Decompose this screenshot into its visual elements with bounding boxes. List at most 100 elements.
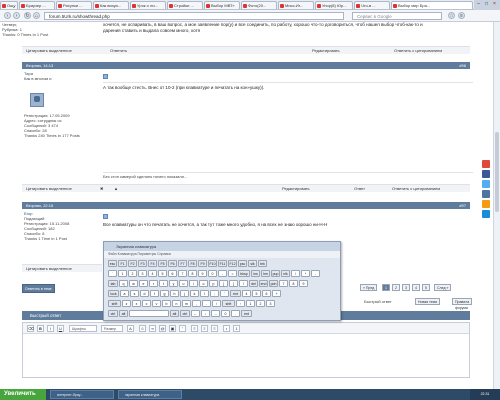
bookmark-star-icon[interactable]: ☆ bbox=[448, 12, 455, 19]
reply-quote-link[interactable]: Ответить с цитированием bbox=[392, 185, 440, 192]
keyboard-key[interactable]: 8 bbox=[188, 270, 197, 277]
keyboard-key[interactable]: shft bbox=[108, 300, 121, 307]
post-number-link[interactable]: #97 bbox=[459, 202, 466, 209]
keyboard-key[interactable]: 2 bbox=[256, 300, 265, 307]
keyboard-key[interactable]: 8 bbox=[289, 280, 298, 287]
keyboard-key[interactable]: shft bbox=[222, 300, 235, 307]
page-scrollbar[interactable] bbox=[493, 22, 500, 389]
keyboard-key[interactable]: v bbox=[152, 300, 161, 307]
warning-icon[interactable]: ▲ bbox=[114, 185, 118, 192]
keyboard-key[interactable]: 2 bbox=[128, 270, 137, 277]
keyboard-key[interactable]: r bbox=[149, 280, 158, 287]
maximize-button[interactable]: □ bbox=[484, 2, 489, 7]
remove-format-icon[interactable]: ⌫ bbox=[27, 325, 34, 332]
keyboard-key[interactable]: 6 bbox=[262, 290, 271, 297]
keyboard-key[interactable]: m bbox=[182, 300, 191, 307]
twitter-icon[interactable] bbox=[482, 180, 490, 188]
keyboard-key[interactable]: / bbox=[212, 300, 221, 307]
keyboard-key[interactable]: ctrl bbox=[108, 310, 118, 317]
keyboard-key[interactable]: 6 bbox=[168, 270, 177, 277]
quote-selected-link[interactable]: Цитировать выделенное bbox=[26, 47, 72, 54]
back-button[interactable]: ‹ bbox=[4, 12, 11, 19]
reload-button[interactable]: ↻ bbox=[24, 12, 31, 19]
keyboard-key[interactable]: F2 bbox=[128, 260, 137, 267]
numbered-list-icon[interactable]: 1 bbox=[233, 325, 240, 332]
keyboard-key[interactable]: 4 bbox=[148, 270, 157, 277]
keyboard-key[interactable]: y bbox=[169, 280, 178, 287]
keyboard-key[interactable]: 0 bbox=[221, 310, 230, 317]
keyboard-key[interactable]: F9 bbox=[198, 260, 207, 267]
keyboard-key[interactable]: 5 bbox=[252, 290, 261, 297]
prev-page-link[interactable]: « Пред bbox=[360, 284, 378, 291]
browser-tab[interactable]: Упор(8) Юр... bbox=[315, 1, 353, 9]
taskbar-item[interactable]: экранная клавиатура bbox=[118, 390, 182, 399]
keyboard-key[interactable]: 7 bbox=[279, 280, 288, 287]
keyboard-key[interactable]: u bbox=[179, 280, 188, 287]
keyboard-key[interactable]: ] bbox=[229, 280, 238, 287]
keyboard-key[interactable]: F6 bbox=[168, 260, 177, 267]
taskbar-item[interactable]: интернет-брау... bbox=[50, 390, 114, 399]
keyboard-key[interactable]: - bbox=[311, 270, 320, 277]
vk-icon[interactable] bbox=[482, 190, 490, 198]
keyboard-key[interactable]: 4 bbox=[242, 290, 251, 297]
keyboard-key[interactable]: F1 bbox=[118, 260, 127, 267]
image-icon[interactable]: ▣ bbox=[169, 325, 176, 332]
keyboard-key[interactable]: F7 bbox=[178, 260, 187, 267]
browser-tab[interactable]: Ощу bbox=[0, 1, 18, 9]
keyboard-key[interactable]: F5 bbox=[158, 260, 167, 267]
keyboard-key[interactable]: F12 bbox=[228, 260, 237, 267]
keyboard-key[interactable]: 1 bbox=[246, 300, 255, 307]
google-plus-icon[interactable] bbox=[482, 160, 490, 168]
keyboard-key[interactable]: alt bbox=[170, 310, 179, 317]
keyboard-key[interactable]: → bbox=[211, 310, 220, 317]
keyboard-key[interactable]: 5 bbox=[158, 270, 167, 277]
reply-quote-link[interactable]: Ответить с цитированием bbox=[394, 47, 442, 54]
address-bar[interactable]: forum.5Urk.ru/showthread.php bbox=[44, 12, 344, 20]
avatar[interactable] bbox=[30, 93, 44, 107]
keyboard-key[interactable]: hm bbox=[261, 270, 270, 277]
keyboard-key[interactable]: n bbox=[172, 300, 181, 307]
keyboard-key[interactable]: j bbox=[180, 290, 189, 297]
keyboard-key[interactable]: [ bbox=[219, 280, 228, 287]
email-icon[interactable]: @ bbox=[159, 325, 166, 332]
keyboard-key[interactable]: d bbox=[140, 290, 149, 297]
post-number-link[interactable]: #96 bbox=[459, 62, 466, 69]
message-textarea[interactable] bbox=[25, 336, 467, 376]
keyboard-key[interactable]: 9 bbox=[198, 270, 207, 277]
keyboard-key[interactable]: alt bbox=[119, 310, 128, 317]
edit-link[interactable]: Редактировать bbox=[282, 185, 310, 192]
keyboard-key[interactable]: * bbox=[301, 270, 310, 277]
browser-tab[interactable]: Урок о ли... bbox=[130, 1, 166, 9]
keyboard-key[interactable]: ' bbox=[220, 290, 229, 297]
keyboard-key[interactable]: tab bbox=[108, 280, 118, 287]
keyboard-key[interactable]: h bbox=[170, 290, 179, 297]
page-link-current[interactable]: 1 bbox=[382, 284, 390, 291]
browser-tab[interactable]: Стройки ... bbox=[167, 1, 203, 9]
keyboard-key[interactable]: ; bbox=[210, 290, 219, 297]
keyboard-key[interactable]: ent bbox=[230, 290, 241, 297]
quote-selected-link[interactable]: Цитировать выделенное bbox=[26, 265, 72, 272]
keyboard-key[interactable]: \ bbox=[239, 280, 248, 287]
underline-button[interactable]: U bbox=[57, 325, 64, 332]
keyboard-key[interactable]: F8 bbox=[188, 260, 197, 267]
rules-button[interactable]: Правила форума bbox=[452, 298, 473, 310]
keyboard-key[interactable]: , bbox=[192, 300, 201, 307]
keyboard-key[interactable]: a bbox=[120, 290, 129, 297]
keyboard-key[interactable]: q bbox=[119, 280, 128, 287]
add-reply-button[interactable]: Ответить в теме bbox=[22, 284, 55, 293]
keyboard-key[interactable]: . bbox=[231, 310, 240, 317]
keyboard-key[interactable]: ↑ bbox=[236, 300, 245, 307]
next-page-link[interactable]: След » bbox=[434, 284, 452, 291]
start-button[interactable]: Увеличить bbox=[0, 389, 46, 400]
keyboard-key[interactable]: ` bbox=[108, 270, 117, 277]
close-button[interactable]: × bbox=[492, 2, 497, 7]
keyboard-key[interactable]: bksp bbox=[238, 270, 250, 277]
keyboard-key[interactable]: brk bbox=[258, 260, 267, 267]
keyboard-key[interactable]: l bbox=[200, 290, 209, 297]
keyboard-key[interactable]: slk bbox=[248, 260, 257, 267]
keyboard-key[interactable]: esc bbox=[108, 260, 117, 267]
link-icon[interactable]: ∞ bbox=[149, 325, 156, 332]
keyboard-menu[interactable]: Файл Клавиатура Параметры Справка bbox=[104, 251, 340, 258]
answer-link[interactable]: Ответить bbox=[110, 47, 127, 54]
keyboard-key[interactable]: lock bbox=[108, 290, 119, 297]
